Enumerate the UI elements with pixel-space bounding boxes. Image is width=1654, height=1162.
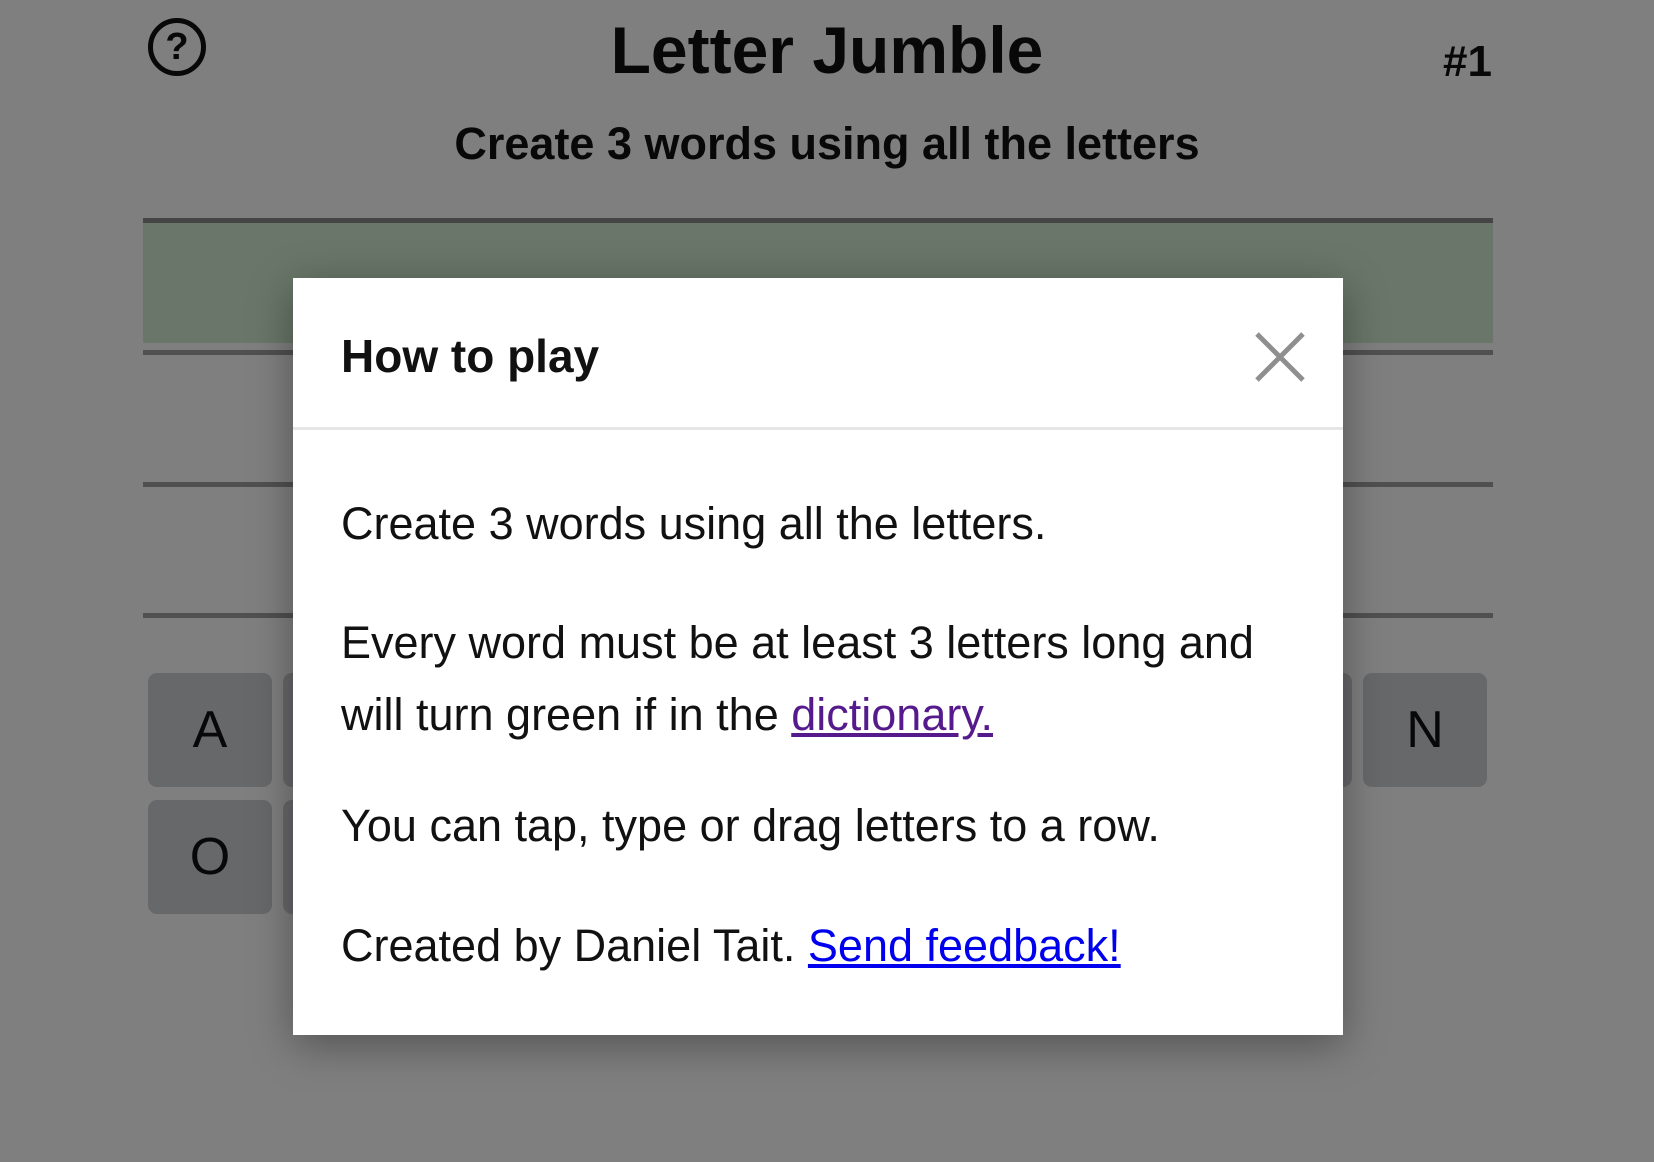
rule-word-length: Every word must be at least 3 letters lo… (341, 607, 1301, 751)
modal-header: How to play (293, 278, 1343, 430)
rule-input-methods: You can tap, type or drag letters to a r… (341, 800, 1160, 851)
credit-text: Created by Daniel Tait. (341, 920, 808, 971)
rule-all-letters: Create 3 words using all the letters. (341, 498, 1047, 549)
close-icon[interactable] (1253, 330, 1307, 384)
credit-line: Created by Daniel Tait. Send feedback! (341, 910, 1121, 982)
send-feedback-link[interactable]: Send feedback! (808, 920, 1121, 971)
modal-title: How to play (341, 330, 600, 382)
how-to-play-dialog: How to play Create 3 words using all the… (293, 278, 1343, 1035)
dictionary-link[interactable]: dictionary. (791, 689, 993, 740)
